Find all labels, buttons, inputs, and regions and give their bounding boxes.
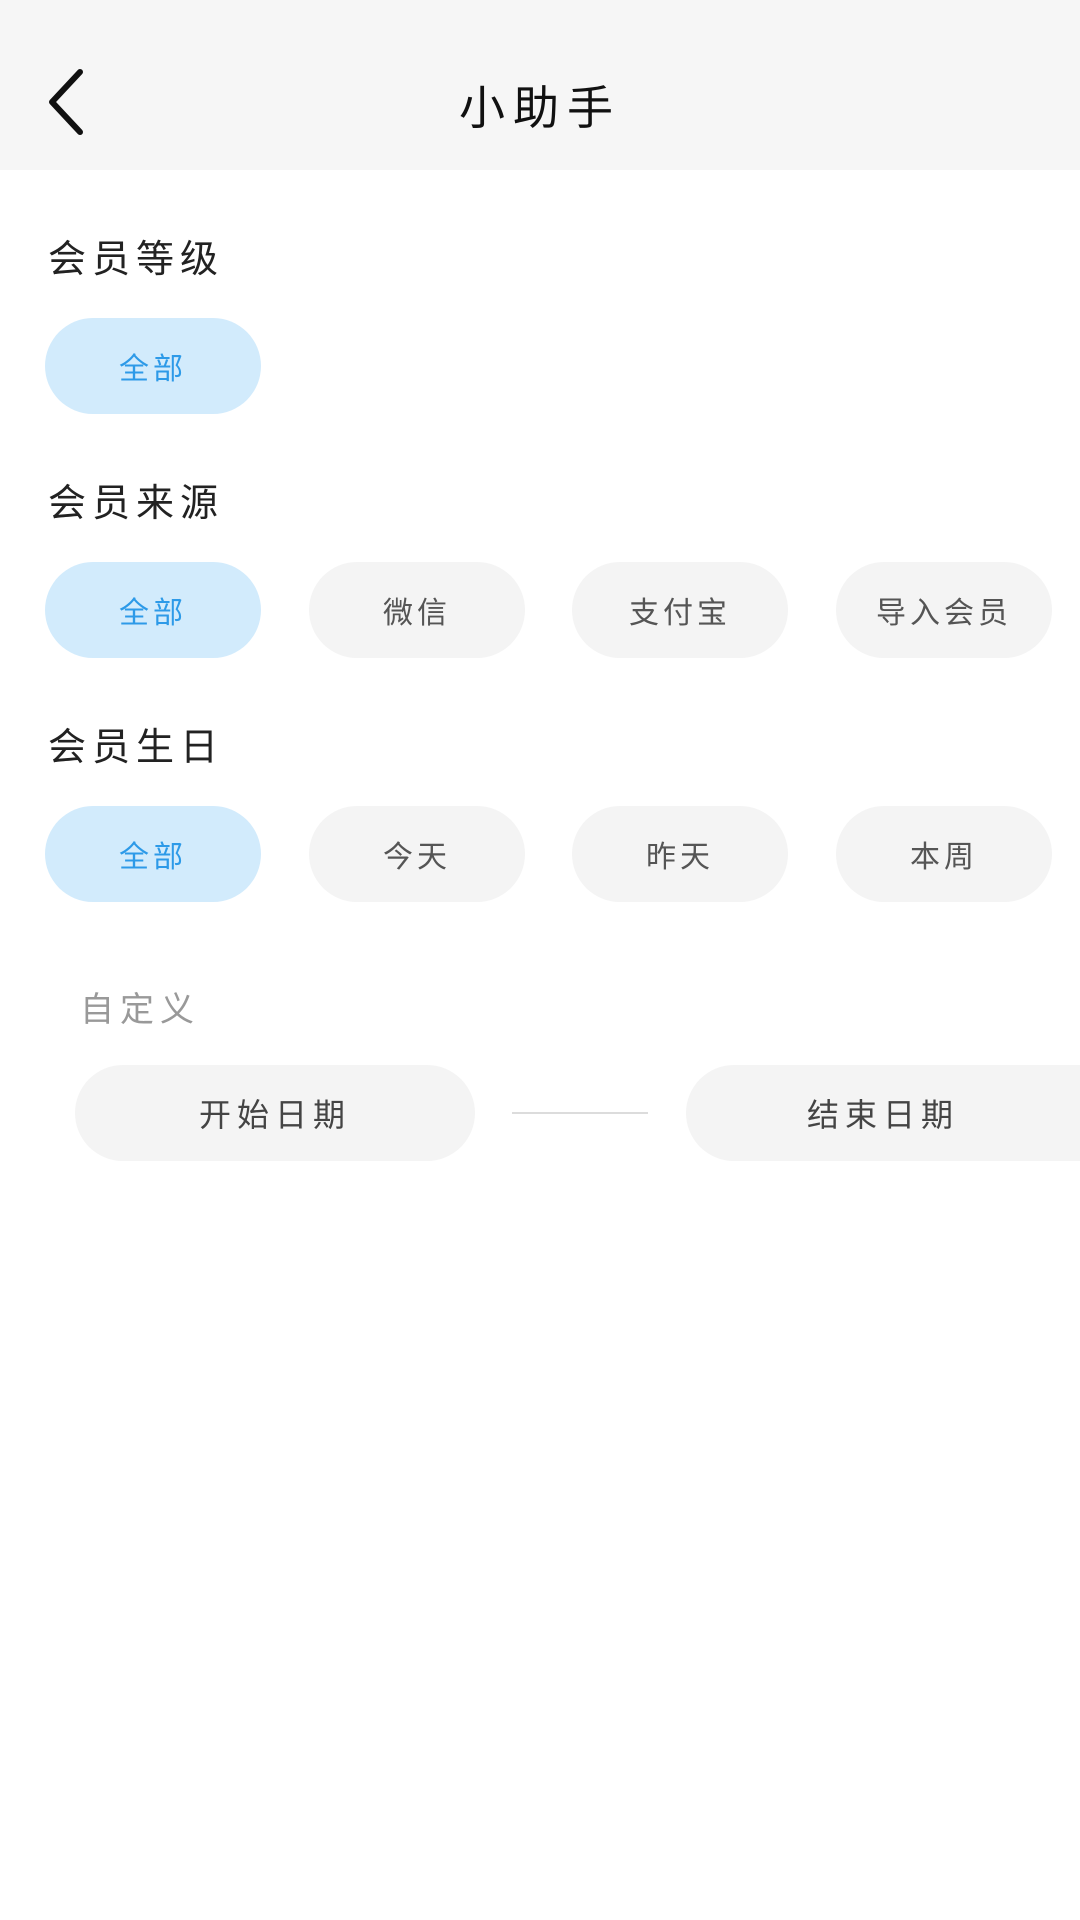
end-date-picker[interactable]: 结束日期 [686,1065,1080,1161]
member-birthday-option-yesterday[interactable]: 昨天 [572,806,788,902]
member-source-option-all[interactable]: 全部 [45,562,261,658]
member-source-option-alipay[interactable]: 支付宝 [572,562,788,658]
member-birthday-option-this-week[interactable]: 本周 [836,806,1052,902]
page-title: 小助手 [459,81,621,135]
member-source-option-wechat[interactable]: 微信 [309,562,525,658]
member-level-option-all[interactable]: 全部 [45,318,261,414]
member-birthday-label: 会员生日 [48,725,225,769]
member-level-label: 会员等级 [48,237,225,281]
start-date-picker[interactable]: 开始日期 [75,1065,475,1161]
custom-range-label: 自定义 [80,990,200,1030]
member-source-option-imported[interactable]: 导入会员 [836,562,1052,658]
top-app-bar: 小助手 [0,0,1080,170]
member-birthday-option-today[interactable]: 今天 [309,806,525,902]
date-range-separator [512,1112,648,1114]
member-source-label: 会员来源 [48,481,225,525]
member-birthday-option-all[interactable]: 全部 [45,806,261,902]
